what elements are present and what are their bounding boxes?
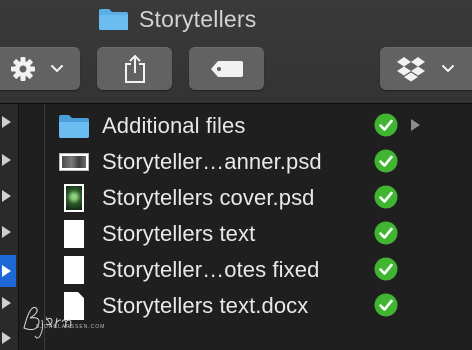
sidebar-disclosure-icon[interactable] (2, 154, 11, 166)
image-thumbnail-icon (58, 147, 90, 177)
folder-icon (58, 111, 90, 141)
document-icon (58, 255, 90, 285)
dropbox-icon (397, 56, 425, 81)
share-button[interactable] (97, 47, 172, 90)
window-title: Storytellers (98, 4, 256, 34)
sidebar-disclosure-icon (2, 265, 11, 277)
folder-icon (99, 9, 128, 30)
sidebar-item-selected[interactable] (0, 255, 16, 287)
sync-complete-icon (374, 149, 398, 173)
finder-window: Storytellers Additional files Storytelle… (0, 0, 472, 350)
sidebar-disclosure-icon[interactable] (2, 226, 11, 238)
column-divider[interactable] (18, 104, 47, 350)
document-icon (58, 219, 90, 249)
sidebar (0, 104, 18, 350)
tag-icon (210, 60, 243, 77)
file-list: Additional files Storyteller…anner.psd S… (48, 108, 472, 324)
chevron-down-icon (51, 64, 63, 72)
file-name: Additional files (102, 113, 246, 138)
sidebar-disclosure-icon[interactable] (2, 332, 11, 344)
share-icon (124, 54, 145, 83)
file-name: Storytellers text.docx (102, 293, 309, 318)
action-gear-button[interactable] (0, 47, 80, 90)
list-item[interactable]: Storyteller…anner.psd (48, 144, 472, 180)
list-item[interactable]: Storytellers text.docx (48, 288, 472, 324)
sidebar-disclosure-icon[interactable] (2, 297, 11, 309)
window-title-text: Storytellers (139, 5, 257, 32)
disclosure-arrow-icon[interactable] (411, 119, 420, 131)
list-item[interactable]: Storytellers cover.psd (48, 180, 472, 216)
sidebar-disclosure-icon[interactable] (2, 190, 11, 202)
image-thumbnail-icon (58, 183, 90, 213)
sync-complete-icon (374, 185, 398, 209)
file-name: Storytellers text (102, 221, 256, 246)
dropbox-button[interactable] (380, 47, 472, 90)
sync-complete-icon (374, 257, 398, 281)
file-name: Storytellers cover.psd (102, 185, 315, 210)
tags-button[interactable] (189, 47, 264, 90)
sync-complete-icon (374, 221, 398, 245)
document-icon (58, 291, 90, 321)
file-name: Storyteller…anner.psd (102, 149, 322, 174)
sync-complete-icon (374, 293, 398, 317)
file-name: Storyteller…otes fixed (102, 257, 320, 282)
chevron-down-icon (442, 64, 454, 72)
sync-complete-icon (374, 113, 398, 137)
watermark-caption: BJORNLARSSEN.COM (36, 324, 106, 330)
gear-icon (11, 56, 35, 81)
toolbar: Storytellers (0, 0, 472, 104)
list-item[interactable]: Storyteller…otes fixed (48, 252, 472, 288)
list-item[interactable]: Storytellers text (48, 216, 472, 252)
sidebar-disclosure-icon[interactable] (2, 116, 11, 128)
list-item[interactable]: Additional files (48, 108, 472, 144)
column-divider-line (44, 104, 45, 350)
